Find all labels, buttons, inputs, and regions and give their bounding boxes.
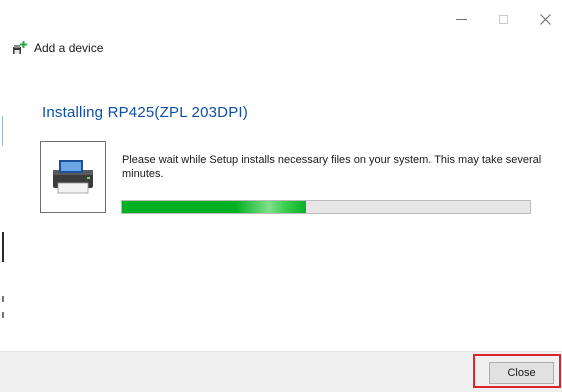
- device-image-frame: [40, 141, 106, 213]
- close-button[interactable]: Close: [489, 362, 554, 384]
- window-close-button[interactable]: [530, 8, 560, 30]
- page-heading: Installing RP425(ZPL 203DPI): [42, 104, 248, 121]
- maximize-button[interactable]: [488, 8, 518, 30]
- edge-mark: [2, 296, 4, 302]
- install-message: Please wait while Setup installs necessa…: [122, 154, 542, 180]
- background-window-edge: [0, 0, 6, 392]
- printer-icon: [53, 160, 93, 194]
- edge-mark: [2, 116, 3, 146]
- minimize-button[interactable]: [446, 8, 476, 30]
- title-bar: Add a device: [12, 40, 103, 56]
- window-title: Add a device: [34, 41, 104, 55]
- edge-mark: [2, 312, 4, 318]
- edge-mark: [2, 232, 4, 262]
- install-progress-bar: [121, 200, 531, 214]
- close-icon: [539, 13, 551, 25]
- minimize-icon: [455, 18, 467, 20]
- add-device-window: Add a device Installing RP425(ZPL 203DPI…: [0, 0, 562, 392]
- maximize-icon: [498, 14, 508, 24]
- add-printer-icon: [13, 41, 27, 54]
- progress-fill: [122, 201, 306, 213]
